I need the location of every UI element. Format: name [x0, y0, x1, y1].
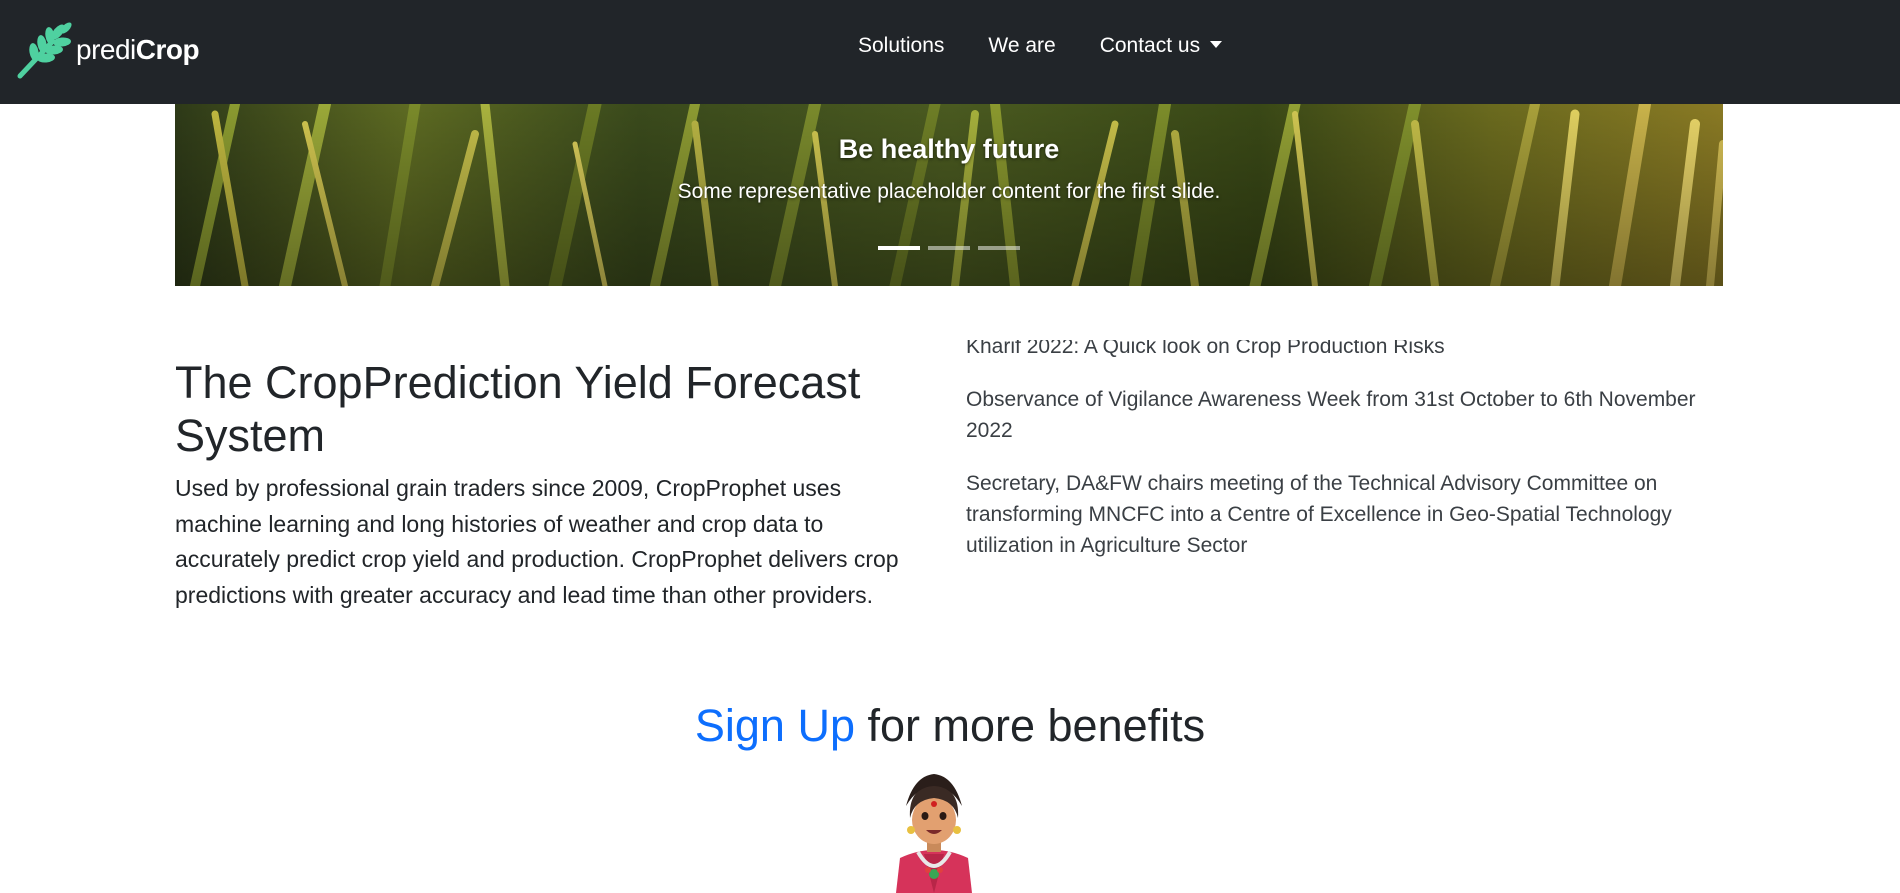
carousel-indicator[interactable] — [978, 246, 1020, 250]
carousel-indicators — [175, 246, 1723, 250]
farmer-woman-illustration — [896, 774, 972, 893]
signup-heading: Sign Up for more benefits — [0, 700, 1900, 752]
page-title: The CropPrediction Yield Forecast System — [175, 357, 861, 461]
carousel-indicator[interactable] — [878, 246, 920, 250]
news-item[interactable]: Kharif 2022: A Quick look on Crop Produc… — [966, 340, 1706, 362]
top-navbar: prediCrop Solutions We are Contact us — [0, 0, 1900, 104]
signup-rest-text: for more benefits — [854, 700, 1206, 751]
main-nav: Solutions We are Contact us — [858, 34, 1266, 58]
intro-paragraph: Used by professional grain traders since… — [175, 475, 899, 608]
news-item[interactable]: Secretary, DA&FW chairs meeting of the T… — [966, 468, 1706, 561]
nav-contact-dropdown[interactable]: Contact us — [1099, 34, 1223, 58]
carousel-caption-text: Some representative placeholder content … — [677, 180, 1221, 203]
brand-link[interactable]: prediCrop — [14, 20, 200, 80]
signup-link[interactable]: Sign Up — [695, 700, 855, 751]
brand-name-part1: predi — [76, 34, 136, 65]
carousel-indicator[interactable] — [928, 246, 970, 250]
caret-down-icon — [1210, 41, 1223, 48]
news-marquee: Kharif 2022: A Quick look on Crop Produc… — [966, 340, 1706, 580]
nav-we-are[interactable]: We are — [988, 34, 1055, 58]
news-item[interactable]: Observance of Vigilance Awareness Week f… — [966, 384, 1706, 446]
brand-name-part2: Crop — [135, 34, 200, 65]
nav-contact-label: Contact us — [1099, 34, 1201, 57]
hero-carousel[interactable]: Be healthy future Some representative pl… — [175, 104, 1723, 286]
wheat-icon — [17, 22, 72, 79]
nav-solutions[interactable]: Solutions — [858, 34, 944, 58]
carousel-caption-title: Be healthy future — [838, 134, 1060, 164]
brand-name: prediCrop — [76, 34, 200, 66]
